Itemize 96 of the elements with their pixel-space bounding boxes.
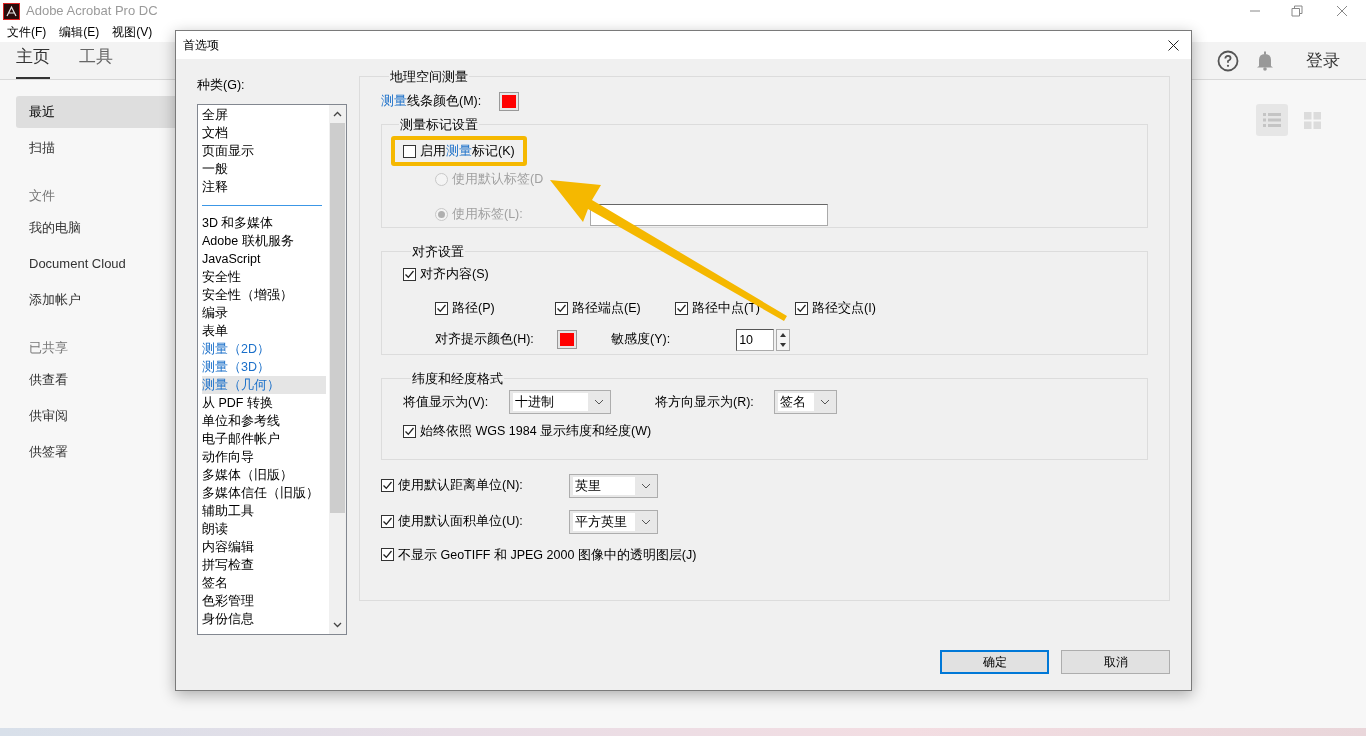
category-item[interactable]: Adobe 联机服务	[202, 232, 326, 250]
checkbox[interactable]	[555, 301, 568, 315]
category-item[interactable]: 单位和参考线	[202, 412, 326, 430]
sidebar-heading: 已共享	[28, 339, 69, 357]
bell-icon[interactable]	[1256, 50, 1274, 71]
checkbox[interactable]	[403, 267, 416, 281]
scrollbar-thumb[interactable]	[330, 123, 345, 513]
list-icon	[1263, 112, 1281, 128]
radio-label: 使用默认标签(D	[452, 171, 544, 188]
menu-item[interactable]: 文件(F)	[7, 23, 47, 41]
group-title: 测量标记设置	[399, 115, 479, 134]
category-item[interactable]: 多媒体信任（旧版）	[202, 484, 326, 502]
group-title: 纬度和经度格式	[411, 369, 504, 388]
category-item[interactable]: 辅助工具	[202, 502, 326, 520]
checkbox-label: 不显示 GeoTIFF 和 JPEG 2000 图像中的透明图层(J)	[398, 546, 697, 564]
line-color-label: 测量线条颜色(M):	[381, 92, 482, 110]
checkbox[interactable]	[381, 479, 394, 492]
chevron-down-icon	[641, 482, 651, 489]
chevron-down-icon	[594, 399, 604, 405]
category-item[interactable]: 编录	[202, 304, 326, 322]
dropdown[interactable]: 十进制	[509, 390, 611, 414]
checkbox[interactable]	[435, 301, 448, 315]
restore-icon[interactable]	[1291, 5, 1303, 17]
scroll-up-icon[interactable]	[333, 111, 342, 117]
group-title: 对齐设置	[411, 242, 465, 261]
checkbox-label: 路径交点(I)	[812, 299, 876, 317]
dropdown[interactable]: 签名	[774, 390, 837, 414]
checkbox[interactable]	[403, 424, 416, 438]
label-text-field[interactable]	[589, 203, 828, 226]
nav-tab[interactable]: 主页	[16, 43, 50, 79]
category-item[interactable]: 签名	[202, 574, 326, 592]
close-icon[interactable]	[1168, 39, 1179, 51]
checkbox-label: 使用默认面积单位(U):	[398, 513, 523, 531]
category-item[interactable]: 测量（3D）	[202, 358, 326, 376]
category-item[interactable]: 表单	[202, 322, 326, 340]
dropdown[interactable]: 平方英里	[569, 509, 658, 534]
nav-tab[interactable]: 工具	[79, 43, 113, 79]
checkbox-label: 启用测量标记(K)	[420, 142, 515, 160]
app-logo-icon	[3, 2, 20, 20]
category-item[interactable]: 色彩管理	[202, 592, 326, 610]
checkbox[interactable]	[381, 548, 394, 562]
dropdown-value: 十进制	[513, 393, 588, 411]
category-item[interactable]: 3D 和多媒体	[202, 214, 326, 232]
category-item[interactable]: 电子邮件帐户	[202, 430, 326, 448]
category-item[interactable]: 动作向导	[202, 448, 326, 466]
checkbox-label: 始终依照 WGS 1984 显示纬度和经度(W)	[420, 423, 652, 440]
sensitivity-label: 敏感度(Y):	[611, 331, 671, 349]
category-item[interactable]: 页面显示	[202, 142, 326, 160]
checkbox-label: 对齐内容(S)	[420, 266, 489, 283]
category-item[interactable]: 安全性（增强）	[202, 286, 326, 304]
category-item[interactable]: 从 PDF 转换	[202, 394, 326, 412]
category-item[interactable]: 内容编辑	[202, 538, 326, 556]
category-item[interactable]: 测量（2D）	[202, 340, 326, 358]
sign-in-button[interactable]: 登录	[1306, 47, 1340, 74]
ok-button[interactable]: 确定	[940, 650, 1049, 674]
radio-label: 使用标签(L):	[452, 206, 523, 224]
direction-label: 将方向显示为(R):	[655, 393, 755, 411]
checkbox[interactable]	[381, 515, 394, 528]
dropdown[interactable]: 英里	[569, 473, 658, 498]
category-item[interactable]: 一般	[202, 160, 326, 178]
dropdown-value: 平方英里	[573, 512, 635, 531]
categories-label: 种类(G):	[197, 77, 246, 94]
dialog-title: 首选项	[183, 37, 219, 54]
category-item[interactable]: 多媒体（旧版）	[202, 466, 326, 484]
spin-buttons[interactable]	[776, 328, 791, 351]
hint-color-label: 对齐提示颜色(H):	[435, 331, 535, 349]
category-item[interactable]: 朗读	[202, 520, 326, 538]
value-format-label: 将值显示为(V):	[403, 393, 490, 411]
menu-item[interactable]: 编辑(E)	[59, 23, 100, 41]
group-title: 地理空间测量	[389, 68, 469, 86]
scroll-down-icon[interactable]	[333, 622, 342, 628]
category-item[interactable]: 身份信息	[202, 610, 326, 628]
dropdown-value: 签名	[778, 393, 814, 411]
category-item[interactable]: 文档	[202, 124, 326, 142]
menu-item[interactable]: 视图(V)	[112, 23, 153, 41]
sensitivity-field[interactable]: 10	[736, 328, 775, 351]
chevron-down-icon	[641, 518, 651, 525]
dropdown-value: 英里	[573, 476, 635, 495]
sidebar-heading: 文件	[28, 187, 56, 205]
category-item[interactable]: JavaScript	[202, 250, 326, 268]
checkbox[interactable]	[675, 301, 688, 315]
category-item[interactable]: 测量（几何）	[202, 376, 326, 394]
checkbox-label: 路径(P)	[452, 299, 495, 317]
checkbox[interactable]	[403, 144, 416, 158]
window-title: Adobe Acrobat Pro DC	[26, 2, 158, 21]
chevron-down-icon	[820, 399, 830, 405]
checkbox[interactable]	[795, 301, 808, 315]
cancel-button[interactable]: 取消	[1061, 650, 1170, 674]
category-item[interactable]: 注释	[202, 178, 326, 196]
checkbox-label: 路径端点(E)	[572, 299, 641, 317]
help-icon[interactable]	[1217, 49, 1239, 72]
category-item[interactable]: 全屏	[202, 106, 326, 124]
category-item[interactable]: 拼写检查	[202, 556, 326, 574]
checkbox-label: 使用默认距离单位(N):	[398, 477, 523, 495]
category-item[interactable]: 安全性	[202, 268, 326, 286]
grid-icon	[1303, 111, 1321, 129]
